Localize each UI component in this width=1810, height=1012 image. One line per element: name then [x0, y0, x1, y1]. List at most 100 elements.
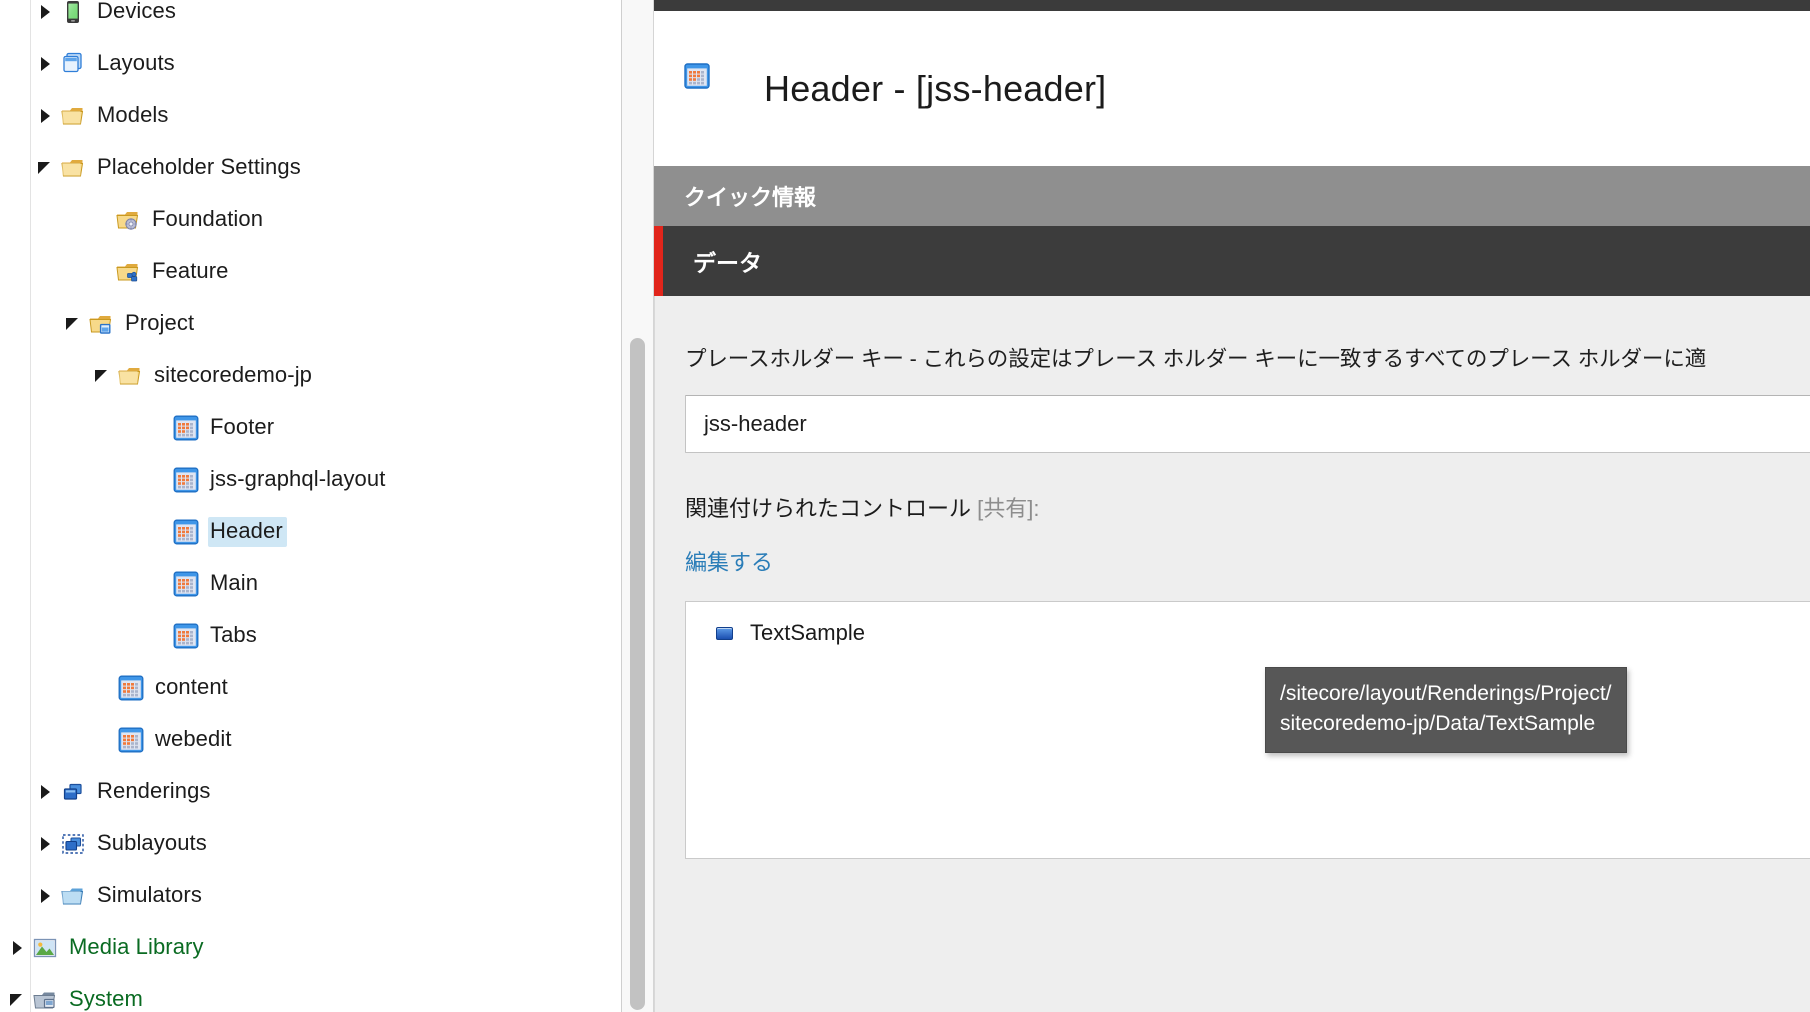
tree-node-tabs[interactable]: Tabs — [0, 610, 600, 662]
item-title-block: Header - [jss-header] — [654, 11, 1810, 166]
tree-node-header[interactable]: Header — [0, 506, 600, 558]
content-tree[interactable]: Devices Layouts Models Placeholder Setti… — [0, 0, 600, 1012]
tree-node-label: Sublayouts — [97, 830, 207, 855]
tree-node-sublayouts[interactable]: Sublayouts — [0, 818, 600, 870]
placeholder-icon — [118, 727, 144, 753]
simulators-icon — [60, 883, 86, 909]
collapse-arrow-icon[interactable] — [62, 298, 88, 350]
tree-node-feature[interactable]: Feature — [0, 246, 600, 298]
expand-arrow-icon[interactable] — [34, 38, 60, 90]
tree-node-layouts[interactable]: Layouts — [0, 38, 600, 90]
path-tooltip: /sitecore/layout/Renderings/Project/ sit… — [1265, 667, 1627, 753]
placeholder-key-value: jss-header — [704, 411, 807, 436]
section-data[interactable]: データ — [654, 226, 1810, 296]
placeholder-icon — [118, 675, 144, 701]
collapse-arrow-icon[interactable] — [34, 142, 60, 194]
folder-icon — [60, 103, 86, 129]
list-item[interactable]: TextSample — [686, 602, 1810, 646]
placeholder-icon — [173, 415, 199, 441]
tree-node-label: Placeholder Settings — [97, 154, 301, 179]
section-quick-info-label: クイック情報 — [684, 185, 817, 210]
tree-scrollbar[interactable] — [622, 0, 654, 1012]
edit-link[interactable]: 編集する — [685, 545, 773, 577]
expand-arrow-icon[interactable] — [34, 90, 60, 142]
tree-node-system[interactable]: System — [0, 974, 600, 1012]
expand-arrow-icon[interactable] — [34, 766, 60, 818]
expand-arrow-icon[interactable] — [34, 818, 60, 870]
tree-node-renderings[interactable]: Renderings — [0, 766, 600, 818]
tree-node-label: Simulators — [97, 882, 202, 907]
folder-gear-icon — [115, 207, 141, 233]
rendering-icon — [716, 626, 733, 640]
data-section-body: プレースホルダー キー - これらの設定はプレース ホルダー キーに一致するすべ… — [654, 296, 1810, 1012]
item-detail-pane: Header - [jss-header] クイック情報 データ プレースホルダ… — [654, 0, 1810, 1012]
tree-node-content[interactable]: content — [0, 662, 600, 714]
tree-node-project[interactable]: Project — [0, 298, 600, 350]
tree-node-label: Foundation — [152, 206, 264, 231]
page-title: Header - [jss-header] — [764, 67, 1107, 109]
tree-node-label: System — [69, 986, 143, 1011]
tree-node-label: Feature — [152, 258, 229, 283]
tree-node-label: sitecoredemo-jp — [154, 362, 313, 387]
tooltip-line-1: /sitecore/layout/Renderings/Project/ — [1280, 682, 1612, 705]
content-tree-pane: Devices Layouts Models Placeholder Setti… — [0, 0, 622, 1012]
associated-controls-label: 関連付けられたコントロール [共有]: — [685, 491, 1810, 523]
tree-node-label: Tabs — [210, 622, 257, 647]
tree-node-media-library[interactable]: Media Library — [0, 922, 600, 974]
section-quick-info[interactable]: クイック情報 — [654, 166, 1810, 226]
folder-project-icon — [88, 311, 114, 337]
list-item-label: TextSample — [750, 620, 865, 645]
folder-icon — [60, 155, 86, 181]
tree-node-label: webedit — [155, 726, 232, 751]
tree-node-label: Layouts — [97, 50, 175, 75]
tree-node-footer[interactable]: Footer — [0, 402, 600, 454]
system-icon — [32, 987, 58, 1012]
placeholder-icon — [173, 571, 199, 597]
tree-node-jss-graphql-layout[interactable]: jss-graphql-layout — [0, 454, 600, 506]
tree-node-main[interactable]: Main — [0, 558, 600, 610]
associated-controls-list[interactable]: TextSample /sitecore/layout/Renderings/P… — [685, 601, 1810, 859]
tree-node-label: Devices — [97, 0, 176, 23]
expand-arrow-icon[interactable] — [6, 922, 32, 974]
detail-top-bar — [654, 0, 1810, 11]
tree-node-label: Header — [208, 517, 287, 547]
section-data-label: データ — [693, 250, 762, 276]
associated-controls-text: 関連付けられたコントロール — [685, 496, 972, 521]
tree-node-placeholder-settings[interactable]: Placeholder Settings — [0, 142, 600, 194]
tree-node-label: Media Library — [69, 934, 204, 959]
sublayouts-icon — [60, 831, 86, 857]
tree-node-label: content — [155, 674, 228, 699]
expand-arrow-icon[interactable] — [34, 870, 60, 922]
tree-node-simulators[interactable]: Simulators — [0, 870, 600, 922]
placeholder-icon — [684, 62, 736, 115]
scrollbar-thumb[interactable] — [630, 338, 645, 1010]
media-library-icon — [32, 935, 58, 961]
tree-node-label: Renderings — [97, 778, 211, 803]
tree-node-foundation[interactable]: Foundation — [0, 194, 600, 246]
shared-tag: [共有]: — [977, 496, 1040, 521]
tree-node-label: jss-graphql-layout — [210, 466, 386, 491]
tree-node-sitecoredemo-jp[interactable]: sitecoredemo-jp — [0, 350, 600, 402]
expand-arrow-icon[interactable] — [34, 0, 60, 38]
placeholder-icon — [173, 519, 199, 545]
folder-icon — [117, 363, 143, 389]
tree-node-label: Footer — [210, 414, 275, 439]
sitecore-content-editor: Devices Layouts Models Placeholder Setti… — [0, 0, 1810, 1012]
collapse-arrow-icon[interactable] — [91, 350, 117, 402]
tree-node-models[interactable]: Models — [0, 90, 600, 142]
tree-node-devices[interactable]: Devices — [0, 0, 600, 38]
collapse-arrow-icon[interactable] — [6, 974, 32, 1012]
device-icon — [60, 0, 86, 25]
tree-node-webedit[interactable]: webedit — [0, 714, 600, 766]
layouts-icon — [60, 51, 86, 77]
placeholder-key-input[interactable]: jss-header — [685, 395, 1810, 453]
